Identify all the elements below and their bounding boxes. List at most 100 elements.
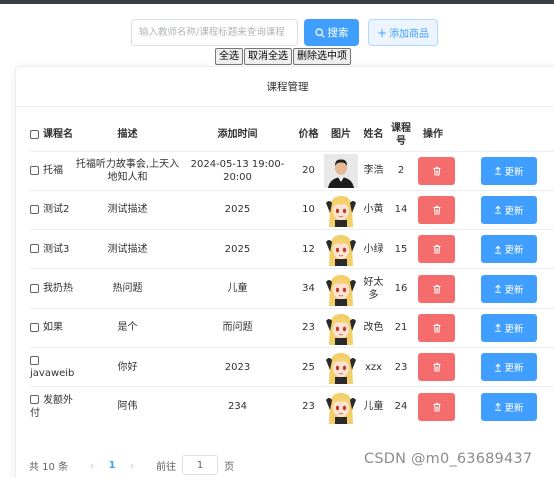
delete-button[interactable] [418,392,455,421]
cell-num: 15 [387,229,415,269]
cell-delete [415,386,458,427]
toolbar: 搜索 + 添加商品 [0,19,554,49]
table-row: 托福 托福听力故事会,上天入地知人和 2024-05-13 19:00-20:00 2… [30,150,554,191]
table-row: 如果 是个 而问题 23 改色 21 更新 [30,307,554,348]
cell-teacher: 好太多 [360,268,387,309]
cell-desc: 测试描述 [75,189,180,230]
row-checkbox[interactable] [30,165,39,175]
next-page-icon[interactable]: › [122,459,142,472]
delete-button[interactable] [418,274,455,303]
cell-update: 更新 [458,268,554,309]
cell-name: 测试3 [30,229,75,269]
row-checkbox[interactable] [30,355,39,365]
row-checkbox[interactable] [30,283,39,293]
cell-delete [415,307,458,348]
update-button[interactable]: 更新 [481,235,537,264]
header-teacher: 姓名 [363,129,384,141]
row-checkbox[interactable] [30,395,39,405]
cell-delete [415,150,458,191]
update-button[interactable]: 更新 [481,392,537,421]
update-button[interactable]: 更新 [481,313,537,342]
cell-num: 14 [387,189,415,230]
cell-delete [415,229,458,269]
cell-name: 测试2 [30,189,75,230]
update-button[interactable]: 更新 [481,353,537,382]
row-checkbox[interactable] [30,322,39,332]
cell-time: 而问题 [180,307,295,348]
table-header-row: 课程名 描述 添加时间 价格 图片 姓名 课程号 操作 [30,119,554,151]
upload-icon [495,402,502,411]
row-checkbox[interactable] [30,204,39,214]
search-input[interactable] [131,19,298,46]
delete-button[interactable] [418,156,455,185]
card-header: 课程管理 [16,67,554,107]
cell-teacher: xzx [360,346,387,387]
header-time: 添加时间 [217,129,258,141]
update-button[interactable]: 更新 [481,274,537,303]
trash-icon [433,323,440,333]
cell-delete [415,346,458,387]
delete-selected-button[interactable]: 删除选中项 [293,48,351,65]
add-product-button[interactable]: + 添加商品 [368,19,438,46]
delete-button[interactable] [418,195,455,224]
top-bar [0,0,554,4]
course-name: 我扔热 [43,283,73,295]
cell-time: 儿童 [180,268,295,309]
course-name: 测试3 [43,243,70,255]
delete-button[interactable] [418,235,455,264]
trash-icon [433,205,440,215]
cell-teacher: 改色 [360,307,387,348]
row-checkbox[interactable] [30,244,39,254]
update-button[interactable]: 更新 [481,156,537,185]
cell-time: 2025 [180,229,295,269]
header-desc: 描述 [117,129,138,141]
upload-icon [495,284,502,293]
teacher-photo [324,153,358,188]
update-button[interactable]: 更新 [481,195,537,224]
anime-avatar [324,350,358,385]
cell-name: 我扔热 [30,268,75,309]
trash-icon [433,166,440,176]
update-label: 更新 [504,205,524,217]
header-name-label: 课程名 [43,129,73,141]
search-button[interactable]: 搜索 [304,19,359,46]
cell-desc: 测试描述 [75,229,180,269]
cell-update: 更新 [458,150,554,191]
upload-icon [495,166,502,175]
cell-num: 24 [387,386,415,427]
page-jump-input[interactable] [182,455,219,475]
update-label: 更新 [504,323,524,335]
cell-desc: 阿伟 [75,386,180,427]
select-all-checkbox[interactable] [30,129,39,139]
cancel-select-all-button[interactable]: 取消全选 [244,48,292,65]
page-number-current[interactable]: 1 [102,460,122,471]
cell-name: javaweib [30,346,75,387]
course-table: 课程名 描述 添加时间 价格 图片 姓名 课程号 操作 托福 托福听力故事会,上天… [30,119,554,427]
trash-icon [433,362,440,372]
cell-time: 2025 [180,189,295,230]
cell-price: 10 [295,189,322,230]
goto-label: 前往 [156,461,177,473]
delete-button[interactable] [418,353,455,382]
prev-page-icon[interactable]: ‹ [82,459,102,472]
search-icon [314,27,325,38]
select-all-button[interactable]: 全选 [215,48,243,65]
course-name: 如果 [43,322,63,334]
pagination: 共 10 条 ‹ 1 › 前往 页 [29,455,234,475]
cell-desc: 你好 [75,346,180,387]
cell-pic [322,150,360,191]
cell-update: 更新 [458,229,554,269]
cell-name: 托福 [30,150,75,191]
trash-icon [433,284,440,294]
cell-num: 16 [387,268,415,309]
cell-price: 20 [295,150,322,191]
trash-icon [433,245,440,254]
delete-button[interactable] [418,313,455,342]
card-title: 课程管理 [266,81,309,93]
table-row: 发额外付 阿伟 234 23 儿童 24 更新 [30,386,554,427]
cell-desc: 热问题 [75,268,180,309]
course-card: 课程管理 课程名 描述 添加时间 价格 图片 姓名 课程号 操作 托福 托福听力故… [15,66,554,477]
header-price: 价格 [298,129,319,141]
cell-time: 234 [180,386,295,427]
cell-update: 更新 [458,346,554,387]
